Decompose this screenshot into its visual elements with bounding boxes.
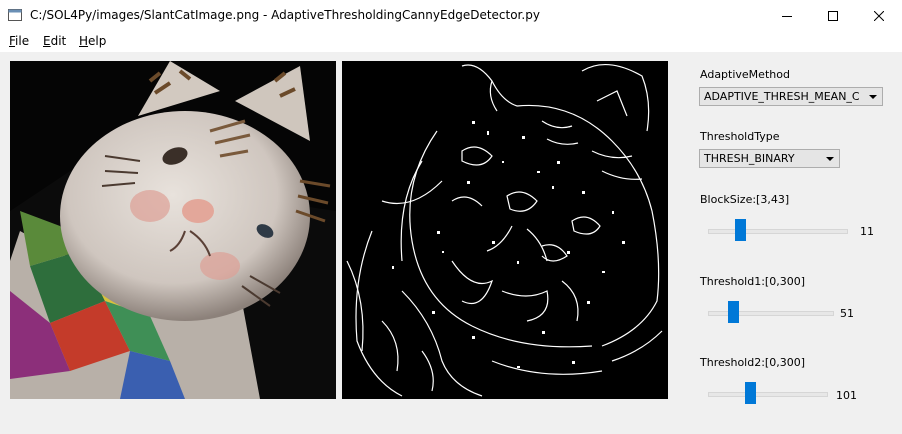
slider-track <box>708 311 834 316</box>
window-app-icon <box>8 9 22 21</box>
minimize-button[interactable] <box>764 0 810 31</box>
menu-file-label: ile <box>15 34 30 48</box>
menu-edit-mnemonic: E <box>43 34 51 48</box>
close-button[interactable] <box>856 0 902 31</box>
slider-thumb[interactable] <box>745 382 756 404</box>
original-image-view <box>10 61 336 399</box>
minimize-icon <box>782 15 792 17</box>
window-title: C:/SOL4Py/images/SlantCatImage.png - Ada… <box>30 8 540 22</box>
threshold-type-combobox[interactable]: THRESH_BINARY <box>699 149 840 168</box>
adaptive-method-value: ADAPTIVE_THRESH_MEAN_C <box>704 90 860 103</box>
cat-photo-image <box>10 61 336 399</box>
slider-thumb[interactable] <box>728 301 739 323</box>
threshold2-slider[interactable] <box>708 382 828 406</box>
threshold2-value: 101 <box>836 389 857 402</box>
slider-track <box>708 392 828 397</box>
threshold1-slider[interactable] <box>708 301 834 325</box>
menu-edit[interactable]: Edit <box>43 34 66 48</box>
canny-edges-image <box>342 61 668 399</box>
menu-help[interactable]: Help <box>79 34 106 48</box>
threshold2-label: Threshold2:[0,300] <box>700 356 805 369</box>
menu-help-mnemonic: H <box>79 34 89 48</box>
adaptive-method-combobox[interactable]: ADAPTIVE_THRESH_MEAN_C <box>699 87 883 106</box>
block-size-label: BlockSize:[3,43] <box>700 193 790 206</box>
maximize-icon <box>828 10 838 21</box>
slider-track <box>708 229 848 234</box>
threshold-type-value: THRESH_BINARY <box>704 152 795 165</box>
chevron-down-icon <box>826 157 834 161</box>
threshold-type-label: ThresholdType <box>700 130 780 143</box>
threshold1-label: Threshold1:[0,300] <box>700 275 805 288</box>
edges-image-view <box>342 61 668 399</box>
title-bar: C:/SOL4Py/images/SlantCatImage.png - Ada… <box>0 0 902 31</box>
adaptive-method-label: AdaptiveMethod <box>700 68 790 81</box>
menu-help-label: elp <box>88 34 107 48</box>
menu-edit-label: dit <box>50 34 67 48</box>
block-size-slider[interactable] <box>708 219 848 243</box>
block-size-value: 11 <box>860 225 874 238</box>
maximize-button[interactable] <box>810 0 856 31</box>
menu-file[interactable]: File <box>9 34 29 48</box>
chevron-down-icon <box>869 95 877 99</box>
threshold1-value: 51 <box>840 307 854 320</box>
close-icon <box>874 10 884 21</box>
menu-bar: File Edit Help <box>0 31 902 52</box>
slider-thumb[interactable] <box>735 219 746 241</box>
